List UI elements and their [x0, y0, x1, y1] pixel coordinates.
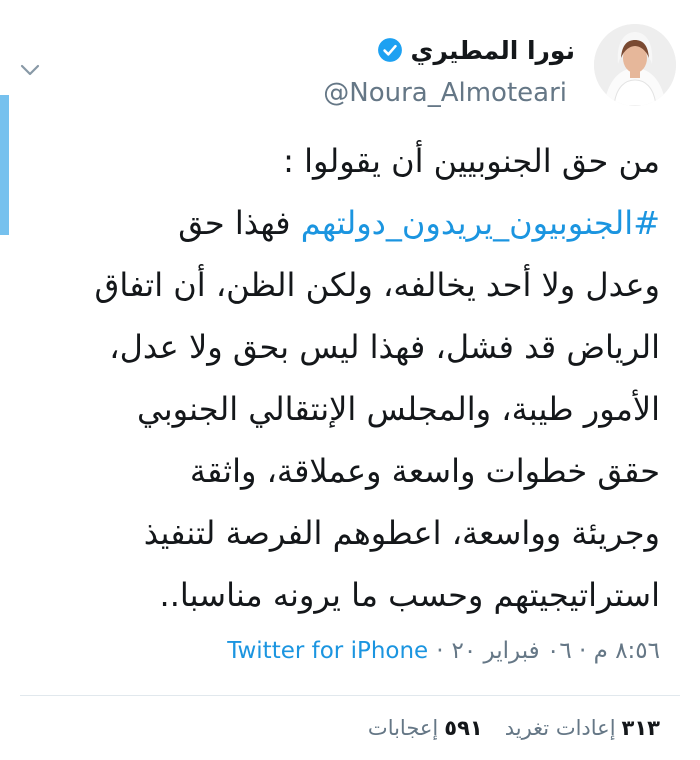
- tweet-line: استراتيجيتهم وحسب ما يرونه مناسبا..: [159, 576, 660, 614]
- retweets-label: إعادات تغريد: [504, 716, 616, 740]
- tweet-line-tail: فهذا حق: [178, 204, 291, 242]
- tweet-timestamp[interactable]: ٨:٥٦ م · ٠٦ فبراير ٢٠: [452, 638, 660, 664]
- likes-count: ٥٩١: [444, 716, 483, 740]
- chevron-down-icon[interactable]: [18, 58, 42, 82]
- tweet-line: حقق خطوات واسعة وعملاقة، واثقة: [189, 452, 660, 490]
- tweet-header: نورا المطيري @Noura_Almoteari: [0, 22, 700, 122]
- retweets-count: ٣١٣: [621, 716, 660, 740]
- verified-badge-icon: [377, 38, 402, 62]
- tweet-line: الرياض قد فشل، فهذا ليس بحق ولا عدل،: [109, 328, 660, 366]
- avatar[interactable]: [594, 24, 676, 106]
- likes-stat[interactable]: ٥٩١إعجابات: [368, 716, 483, 740]
- author-display-name[interactable]: نورا المطيري: [411, 36, 575, 65]
- author-handle[interactable]: @Noura_Almoteari: [323, 78, 567, 108]
- author-name-row[interactable]: نورا المطيري: [377, 32, 575, 68]
- hashtag-link[interactable]: #الجنوبيون_يريدون_دولتهم: [301, 204, 660, 242]
- likes-label: إعجابات: [367, 716, 439, 740]
- meta-separator: ·: [436, 638, 444, 664]
- tweet-line: وجريئة وواسعة، اعطوهم الفرصة لتنفيذ: [143, 514, 660, 552]
- tweet-meta: ٨:٥٦ م · ٠٦ فبراير ٢٠ · Twitter for iPho…: [227, 638, 660, 664]
- tweet-body: من حق الجنوبيين أن يقولوا : #الجنوبيون_ي…: [20, 130, 660, 626]
- divider: [20, 695, 680, 696]
- tweet-line-with-hashtag: #الجنوبيون_يريدون_دولتهم فهذا حق: [20, 192, 660, 254]
- retweets-stat[interactable]: ٣١٣إعادات تغريد: [505, 716, 660, 740]
- tweet-stats: ٣١٣إعادات تغريد ٥٩١إعجابات: [368, 716, 660, 740]
- tweet-line: وعدل ولا أحد يخالفه، ولكن الظن، أن اتفاق: [94, 266, 660, 304]
- tweet-source-link[interactable]: Twitter for iPhone: [227, 638, 428, 664]
- tweet-line: من حق الجنوبيين أن يقولوا :: [283, 142, 660, 180]
- tweet-line: الأمور طيبة، والمجلس الإنتقالي الجنوبي: [137, 390, 660, 428]
